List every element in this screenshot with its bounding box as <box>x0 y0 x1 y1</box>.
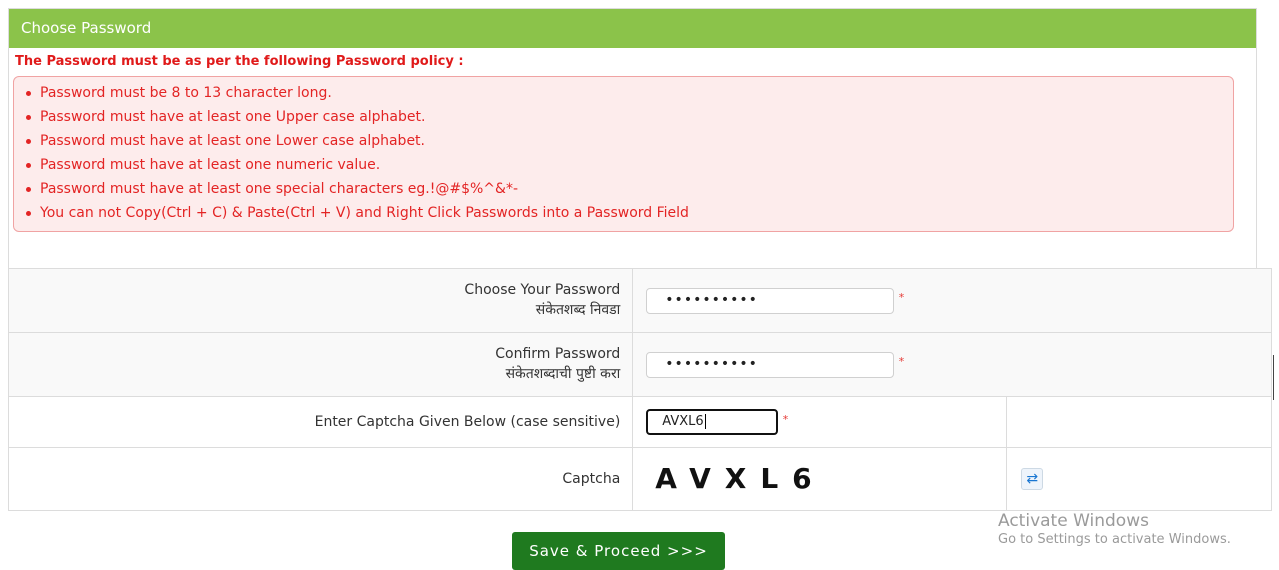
captcha-label: Captcha <box>7 447 634 511</box>
policy-item: You can not Copy(Ctrl + C) & Paste(Ctrl … <box>24 201 1233 225</box>
confirm-password-row: Confirm Password संकेतशब्दाची पुष्टी करा… <box>7 332 1272 397</box>
text-caret <box>704 414 706 429</box>
scrollbar-edge <box>1273 355 1274 400</box>
captcha-row: Captcha AVXL6 ⇄ <box>7 447 1272 511</box>
captcha-refresh-cell: ⇄ <box>1006 447 1272 511</box>
confirm-password-label-mr: संकेतशब्दाची पुष्टी करा <box>505 366 621 382</box>
captcha-image: AVXL6 <box>643 460 989 498</box>
captcha-entry-label: Enter Captcha Given Below (case sensitiv… <box>7 396 634 448</box>
watermark-title: Activate Windows <box>998 511 1149 531</box>
captcha-input-value: AVXL6 <box>662 414 704 429</box>
policy-item: Password must have at least one Upper ca… <box>24 105 1233 129</box>
required-marker: * <box>898 354 906 368</box>
choose-password-input[interactable]: •••••••••• * <box>646 287 904 314</box>
empty-cell <box>1006 396 1272 448</box>
confirm-password-value: •••••••••• <box>665 355 758 372</box>
activate-windows-watermark: Activate Windows Go to Settings to activ… <box>998 511 1231 547</box>
policy-title: The Password must be as per the followin… <box>15 54 464 69</box>
watermark-subtitle: Go to Settings to activate Windows. <box>998 532 1231 547</box>
captcha-image-cell: AVXL6 <box>632 447 1008 511</box>
required-marker: * <box>782 413 789 426</box>
choose-password-row: Choose Your Password संकेतशब्द निवडा •••… <box>7 268 1272 333</box>
choose-password-value: •••••••••• <box>665 291 758 308</box>
password-form-table: Choose Your Password संकेतशब्द निवडा •••… <box>7 268 1272 511</box>
refresh-captcha-button[interactable]: ⇄ <box>1021 468 1044 490</box>
policy-item: Password must have at least one numeric … <box>24 153 1233 177</box>
captcha-entry-row: Enter Captcha Given Below (case sensitiv… <box>7 396 1272 448</box>
panel-title: Choose Password <box>9 9 1256 48</box>
policy-item: Password must be 8 to 13 character long. <box>24 81 1233 105</box>
confirm-password-label-en: Confirm Password <box>495 346 621 362</box>
choose-password-label-mr: संकेतशब्द निवडा <box>535 302 621 318</box>
policy-box: Password must be 8 to 13 character long.… <box>13 76 1234 232</box>
confirm-password-label: Confirm Password संकेतशब्दाची पुष्टी करा <box>7 332 634 397</box>
confirm-password-cell: •••••••••• * <box>632 332 1272 397</box>
captcha-input[interactable]: AVXL6 * <box>646 409 788 435</box>
confirm-password-input[interactable]: •••••••••• * <box>646 351 904 378</box>
policy-item: Password must have at least one Lower ca… <box>24 129 1233 153</box>
captcha-entry-cell: AVXL6 * <box>632 396 1008 448</box>
choose-password-cell: •••••••••• * <box>632 268 1272 333</box>
required-marker: * <box>898 290 906 304</box>
save-proceed-button[interactable]: Save & Proceed >>> <box>512 532 725 570</box>
refresh-icon: ⇄ <box>1026 471 1039 487</box>
choose-password-label: Choose Your Password संकेतशब्द निवडा <box>7 268 634 333</box>
policy-item: Password must have at least one special … <box>24 177 1233 201</box>
choose-password-label-en: Choose Your Password <box>464 282 621 298</box>
policy-list: Password must be 8 to 13 character long.… <box>24 81 1233 225</box>
